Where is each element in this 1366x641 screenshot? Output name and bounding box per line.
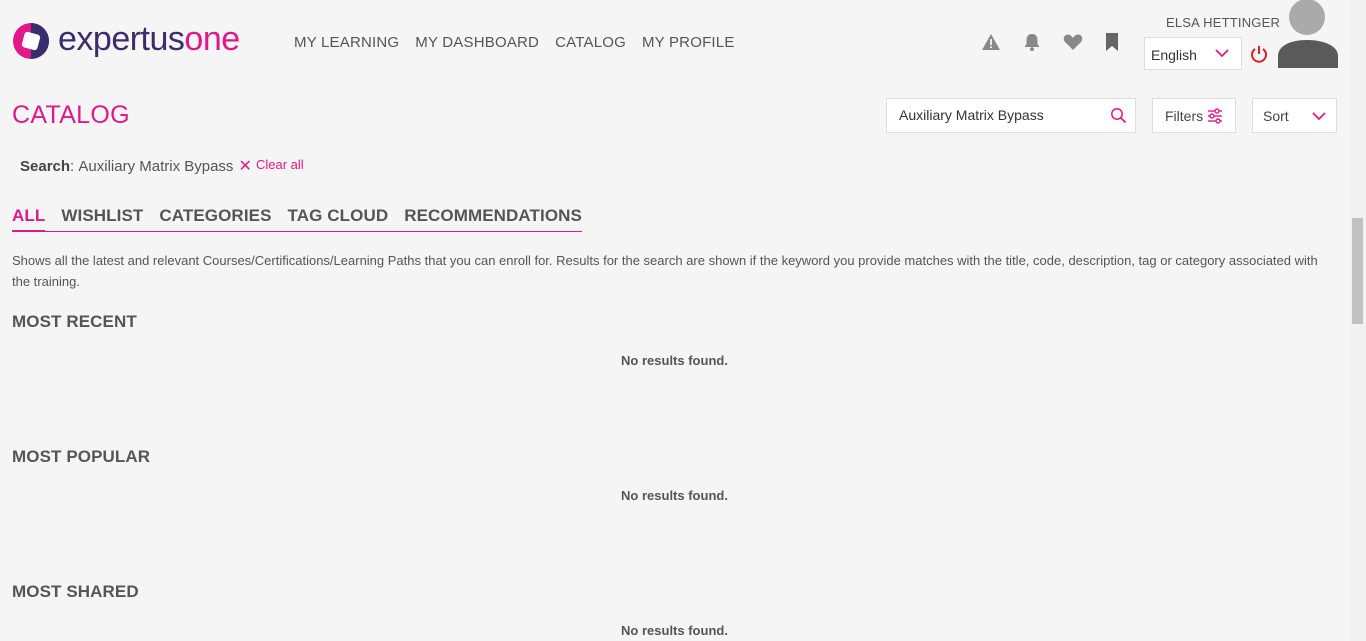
avatar[interactable]	[1278, 0, 1338, 68]
search-box	[886, 98, 1136, 133]
page-scrollbar[interactable]	[1349, 0, 1366, 641]
active-search-tag: Search: Auxiliary Matrix Bypass ✕	[20, 156, 252, 176]
nav-my-learning[interactable]: MY LEARNING	[294, 34, 399, 51]
no-results-most-shared: No results found.	[621, 623, 728, 638]
search-tag-colon: :	[70, 157, 79, 175]
search-icon[interactable]	[1110, 107, 1127, 129]
user-name: ELSA HETTINGER	[1166, 15, 1281, 30]
clear-all-link[interactable]: Clear all	[256, 157, 304, 172]
page-title: CATALOG	[12, 101, 130, 129]
filters-label: Filters	[1165, 108, 1204, 124]
language-value: English	[1151, 47, 1197, 63]
power-logout-icon[interactable]	[1250, 45, 1268, 68]
bell-icon[interactable]	[1021, 31, 1043, 53]
tab-wishlist[interactable]: WISHLIST	[61, 206, 143, 226]
scrollbar-thumb[interactable]	[1352, 218, 1363, 324]
section-title-most-popular: MOST POPULAR	[12, 447, 151, 466]
main-nav: MY LEARNING MY DASHBOARD CATALOG MY PROF…	[294, 34, 735, 51]
no-results-most-popular: No results found.	[621, 488, 728, 503]
expertusone-logo[interactable]: expertusone	[12, 22, 240, 60]
alert-icon[interactable]	[980, 31, 1002, 53]
search-input[interactable]	[899, 107, 1099, 123]
filters-button[interactable]: Filters	[1152, 98, 1236, 133]
section-title-most-recent: MOST RECENT	[12, 312, 137, 331]
catalog-description: Shows all the latest and relevant Course…	[12, 253, 1318, 289]
logo-text: expertusone	[58, 20, 240, 58]
chevron-down-icon	[1215, 46, 1229, 63]
nav-my-dashboard[interactable]: MY DASHBOARD	[415, 34, 539, 51]
nav-my-profile[interactable]: MY PROFILE	[642, 34, 735, 51]
tab-tag-cloud[interactable]: TAG CLOUD	[288, 206, 389, 226]
language-select[interactable]: English	[1144, 37, 1242, 70]
chevron-down-icon	[1312, 109, 1326, 126]
section-title-most-shared: MOST SHARED	[12, 582, 139, 601]
heart-icon[interactable]	[1062, 31, 1084, 53]
filter-sliders-icon	[1207, 108, 1223, 127]
bookmark-icon[interactable]	[1101, 31, 1123, 53]
nav-catalog[interactable]: CATALOG	[555, 34, 626, 51]
search-tag-label: Search	[20, 157, 71, 175]
logo-mark-icon	[13, 23, 49, 59]
sort-dropdown[interactable]: Sort	[1252, 98, 1337, 133]
search-tag-value: Auxiliary Matrix Bypass	[78, 157, 234, 175]
tab-all[interactable]: ALL	[12, 206, 46, 232]
tab-recommendations[interactable]: RECOMMENDATIONS	[404, 206, 582, 226]
no-results-most-recent: No results found.	[621, 353, 728, 368]
tab-categories[interactable]: CATEGORIES	[159, 206, 271, 226]
sort-label: Sort	[1263, 108, 1289, 124]
catalog-tabs: ALL WISHLIST CATEGORIES TAG CLOUD RECOMM…	[12, 206, 582, 232]
remove-search-icon[interactable]: ✕	[238, 156, 251, 176]
